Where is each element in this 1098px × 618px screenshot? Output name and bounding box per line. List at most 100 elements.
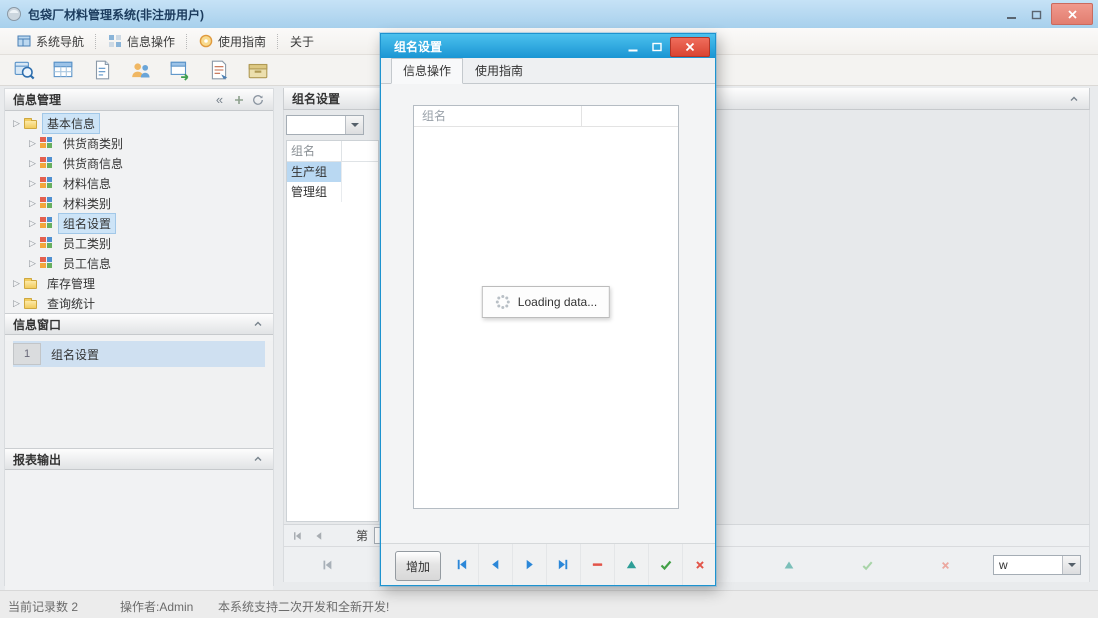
menu-item-info-ops[interactable]: 信息操作	[99, 30, 184, 52]
expand-arrow-icon[interactable]	[27, 178, 38, 189]
tree-item[interactable]: 员工类别	[5, 233, 273, 253]
collapse-panel-icon[interactable]	[1067, 92, 1081, 106]
info-ops-icon	[108, 34, 122, 48]
commit-button[interactable]	[648, 544, 682, 585]
tree-node-icon	[40, 197, 53, 209]
document-icon[interactable]	[88, 57, 116, 83]
tree-item[interactable]: 供货商类别	[5, 133, 273, 153]
prev-page-icon[interactable]	[310, 528, 328, 544]
dialog-grid: 组名 Loading data...	[413, 105, 679, 509]
expand-arrow-icon[interactable]	[27, 198, 38, 209]
expand-arrow-icon[interactable]	[27, 158, 38, 169]
delete-record-button[interactable]	[580, 544, 614, 585]
window-panel-header: 信息窗口	[5, 313, 273, 335]
tree-item[interactable]: 组名设置	[5, 213, 273, 233]
dialog-minimize-button[interactable]	[622, 38, 644, 56]
menu-item-label: 使用指南	[218, 33, 266, 50]
menu-item-label: 系统导航	[36, 33, 84, 50]
separator	[95, 34, 97, 49]
report-icon[interactable]	[205, 57, 233, 83]
users-icon[interactable]	[127, 57, 155, 83]
grid-row[interactable]: 管理组	[287, 182, 378, 202]
info-window-row[interactable]: 1 组名设置	[13, 341, 265, 367]
statusbar: 当前记录数 2 操作者:Admin 本系统支持二次开发和全新开发!	[0, 590, 1098, 618]
next-record-button[interactable]	[512, 544, 546, 585]
tree-item-label: 基本信息	[42, 113, 100, 134]
status-note-text: 本系统支持二次开发和全新开发!	[218, 598, 389, 615]
grid-cell: 生产组	[287, 162, 342, 182]
chevron-down-icon[interactable]	[1062, 556, 1080, 574]
dialog-controls	[622, 37, 710, 57]
separator	[277, 34, 279, 49]
close-button[interactable]	[1051, 3, 1093, 25]
tree-node-icon	[40, 257, 53, 269]
expand-arrow-icon[interactable]	[27, 238, 38, 249]
expand-arrow-icon[interactable]	[27, 138, 38, 149]
expand-arrow-icon[interactable]	[11, 278, 22, 289]
add-button[interactable]: 增加	[395, 551, 441, 581]
main-panel-title: 组名设置	[292, 90, 340, 107]
first-record-button[interactable]	[445, 544, 478, 585]
tree-item[interactable]: 材料信息	[5, 173, 273, 193]
last-record-button[interactable]	[546, 544, 580, 585]
row-label: 组名设置	[41, 346, 99, 363]
info-panel-header: 信息管理 «	[5, 89, 273, 111]
prev-record-button[interactable]	[478, 544, 512, 585]
first-page-icon[interactable]	[288, 528, 306, 544]
collapse-panel-icon[interactable]	[251, 317, 265, 331]
archive-icon[interactable]	[244, 57, 272, 83]
footer-dropdown[interactable]: w	[993, 555, 1081, 575]
maximize-button[interactable]	[1025, 4, 1049, 24]
first-record-icon[interactable]	[314, 554, 340, 576]
tree-item[interactable]: 材料类别	[5, 193, 273, 213]
grid-cell: 管理组	[287, 182, 342, 202]
search-icon[interactable]	[10, 57, 38, 83]
sidebar: 信息管理 « 基本信息 供货商类别	[4, 88, 274, 586]
tree-item-label: 查询统计	[42, 293, 100, 314]
dialog-maximize-button[interactable]	[646, 38, 668, 56]
info-window-list: 1 组名设置	[5, 341, 273, 448]
cancel-button[interactable]	[682, 544, 716, 585]
expand-arrow-icon[interactable]	[11, 298, 22, 309]
tree-item-label: 员工类别	[58, 233, 116, 254]
add-button-label: 增加	[406, 558, 430, 575]
minimize-button[interactable]	[999, 4, 1023, 24]
tree-item[interactable]: 基本信息	[5, 113, 273, 133]
tree-node-icon	[40, 137, 53, 149]
commit-icon[interactable]	[854, 554, 880, 576]
post-edit-icon[interactable]	[776, 554, 802, 576]
report-panel-header: 报表输出	[5, 448, 273, 470]
window-title: 包袋厂材料管理系统(非注册用户)	[28, 6, 204, 23]
collapse-sidebar-icon[interactable]: «	[212, 92, 227, 107]
post-edit-button[interactable]	[614, 544, 648, 585]
dialog-close-button[interactable]	[670, 37, 710, 57]
expand-arrow-icon[interactable]	[11, 118, 22, 129]
cancel-icon[interactable]	[932, 554, 958, 576]
dialog-content: 组名 Loading data...	[381, 84, 715, 545]
tree-item[interactable]: 供货商信息	[5, 153, 273, 173]
add-icon[interactable]	[231, 92, 246, 107]
refresh-icon[interactable]	[250, 92, 265, 107]
export-icon[interactable]	[166, 57, 194, 83]
tree-node-icon	[40, 157, 53, 169]
grid-header: 组名	[287, 141, 378, 162]
tree-item[interactable]: 查询统计	[5, 293, 273, 313]
tree-item[interactable]: 员工信息	[5, 253, 273, 273]
expand-arrow-icon[interactable]	[27, 218, 38, 229]
menu-item-label: 关于	[290, 33, 314, 50]
collapse-panel-icon[interactable]	[251, 452, 265, 466]
chevron-down-icon[interactable]	[345, 116, 363, 134]
grid-row[interactable]: 生产组	[287, 162, 378, 182]
table-icon[interactable]	[49, 57, 77, 83]
menu-item-about[interactable]: 关于	[281, 30, 323, 52]
tab-info-ops[interactable]: 信息操作	[391, 58, 463, 84]
grid-column-header: 组名	[287, 141, 342, 161]
tree-item-label: 员工信息	[58, 253, 116, 274]
tab-user-guide[interactable]: 使用指南	[463, 58, 535, 84]
expand-arrow-icon[interactable]	[27, 258, 38, 269]
group-combobox[interactable]	[286, 115, 364, 135]
menu-item-system-nav[interactable]: 系统导航	[8, 30, 93, 52]
menu-item-user-guide[interactable]: 使用指南	[190, 30, 275, 52]
user-guide-icon	[199, 34, 213, 48]
tree-item[interactable]: 库存管理	[5, 273, 273, 293]
